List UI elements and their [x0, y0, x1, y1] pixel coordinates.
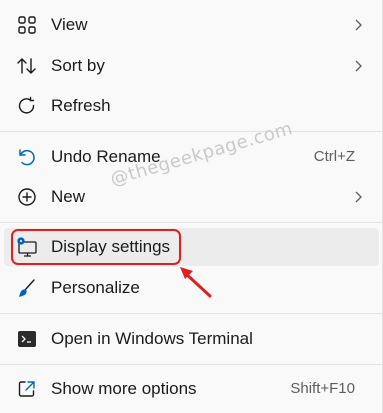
- separator: [0, 364, 383, 365]
- menu-item-personalize[interactable]: Personalize: [4, 269, 379, 307]
- shortcut-text: Shift+F10: [290, 380, 355, 397]
- menu-item-label: Refresh: [51, 96, 111, 115]
- menu-item-label: Show more options: [51, 379, 197, 398]
- menu-item-label: Sort by: [51, 56, 105, 75]
- separator: [0, 131, 383, 132]
- terminal-icon: [16, 328, 38, 350]
- menu-item-sort-by[interactable]: Sort by: [4, 47, 379, 85]
- refresh-icon: [16, 95, 38, 117]
- menu-item-view[interactable]: View: [4, 6, 379, 44]
- chevron-right-icon: [355, 60, 362, 72]
- sort-arrows-icon: [16, 55, 38, 77]
- menu-item-new[interactable]: New: [4, 178, 379, 216]
- separator: [0, 222, 383, 223]
- grid-icon: [16, 14, 38, 36]
- menu-item-label: Display settings: [51, 237, 171, 256]
- chevron-right-icon: [355, 19, 362, 31]
- share-icon: [16, 378, 38, 400]
- menu-item-show-more-options[interactable]: Show more options Shift+F10: [4, 370, 379, 408]
- plus-circle-icon: [16, 186, 38, 208]
- menu-item-label: Open in Windows Terminal: [51, 329, 253, 348]
- menu-item-open-in-windows-terminal[interactable]: Open in Windows Terminal: [4, 320, 379, 358]
- separator: [0, 313, 383, 314]
- shortcut-text: Ctrl+Z: [313, 148, 355, 165]
- brush-icon: [16, 277, 38, 299]
- undo-icon: [16, 146, 38, 168]
- menu-item-display-settings[interactable]: Display settings: [4, 228, 379, 266]
- menu-item-label: Personalize: [51, 278, 140, 297]
- context-menu: View Sort by Refresh Undo Rename Ctrl+Z …: [0, 0, 383, 413]
- menu-item-label: New: [51, 187, 86, 206]
- menu-item-refresh[interactable]: Refresh: [4, 87, 379, 125]
- display-settings-icon: [16, 236, 38, 258]
- menu-item-label: View: [51, 15, 88, 34]
- chevron-right-icon: [355, 191, 362, 203]
